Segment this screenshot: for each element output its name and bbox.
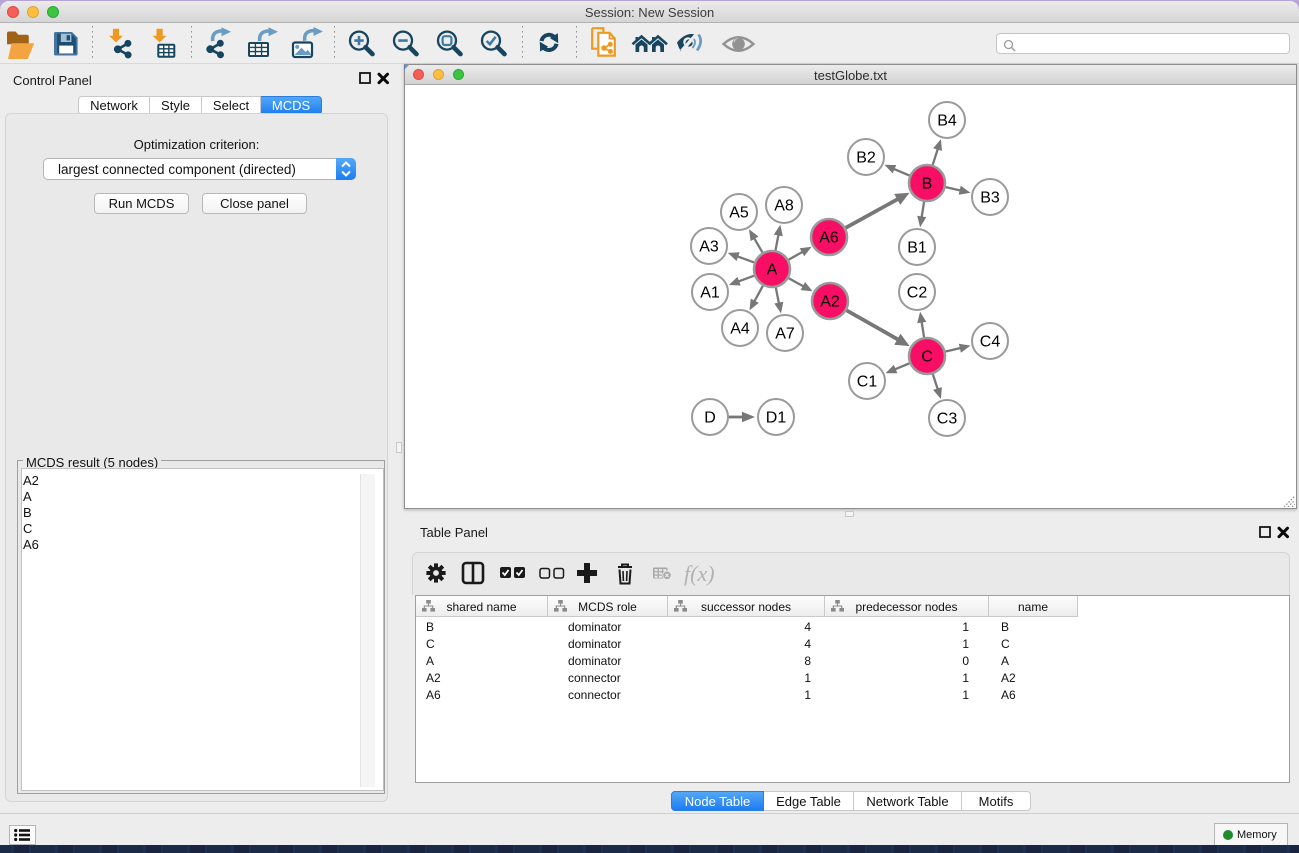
svg-text:C: C — [921, 349, 933, 366]
svg-text:A7: A7 — [775, 326, 795, 343]
svg-text:D: D — [704, 410, 716, 427]
svg-text:A: A — [767, 262, 778, 279]
svg-text:A8: A8 — [774, 198, 794, 215]
svg-text:B2: B2 — [856, 150, 876, 167]
svg-text:B: B — [922, 176, 933, 193]
svg-text:A3: A3 — [699, 239, 719, 256]
svg-text:C2: C2 — [907, 285, 928, 302]
svg-text:f(x): f(x) — [684, 561, 715, 586]
svg-text:A6: A6 — [819, 230, 839, 247]
svg-text:A2: A2 — [820, 294, 840, 311]
svg-text:B3: B3 — [980, 190, 1000, 207]
svg-text:C3: C3 — [937, 411, 958, 428]
svg-text:A4: A4 — [730, 321, 750, 338]
svg-text:C1: C1 — [857, 374, 878, 391]
svg-text:A1: A1 — [700, 285, 720, 302]
svg-text:A5: A5 — [729, 205, 749, 222]
svg-text:B4: B4 — [937, 113, 957, 130]
svg-text:D1: D1 — [766, 410, 787, 427]
svg-text:B1: B1 — [907, 240, 927, 257]
svg-text:C4: C4 — [980, 334, 1001, 351]
